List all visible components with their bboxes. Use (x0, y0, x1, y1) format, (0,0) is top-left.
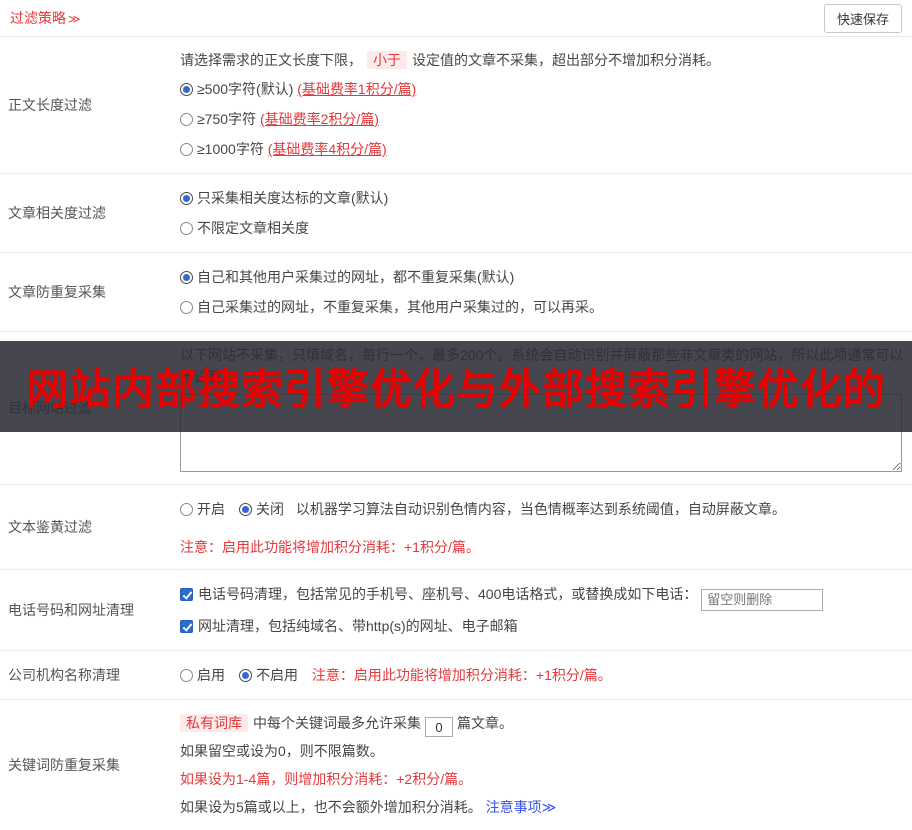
radio-icon[interactable] (180, 503, 193, 516)
radio-icon[interactable] (180, 301, 193, 314)
length-option-500[interactable]: ≥500字符(默认) (基础费率1积分/篇) (180, 74, 904, 104)
line1-end: 篇文章。 (457, 715, 513, 731)
keyword-dedup-line2: 如果留空或设为0，则不限篇数。 (180, 737, 904, 765)
row-length-filter: 正文长度过滤 请选择需求的正文长度下限， 小于设定值的文章不采集，超出部分不增加积… (0, 36, 912, 173)
quick-save-button[interactable]: 快速保存 (824, 4, 902, 33)
intro-post: 设定值的文章不采集，超出部分不增加积分消耗。 (412, 52, 720, 68)
radio-icon[interactable] (180, 271, 193, 284)
option-off-label[interactable]: 不启用 (256, 667, 298, 683)
option-label[interactable]: 网址清理，包括纯域名、带http(s)的网址、电子邮箱 (198, 618, 518, 634)
option-off-label[interactable]: 关闭 (256, 501, 284, 517)
line4-text: 如果设为5篇或以上，也不会额外增加积分消耗。 (180, 799, 486, 815)
relevance-option-strict[interactable]: 只采集相关度达标的文章(默认) (180, 183, 904, 213)
option-on-label[interactable]: 启用 (197, 667, 225, 683)
row-dedup-filter: 文章防重复采集 自己和其他用户采集过的网址，都不重复采集(默认) 自己采集过的网… (0, 252, 912, 331)
intro-highlight: 小于 (367, 51, 407, 69)
radio-icon[interactable] (180, 669, 193, 682)
option-label[interactable]: ≥500字符(默认) (197, 81, 297, 97)
dedup-option-self[interactable]: 自己采集过的网址，不重复采集，其他用户采集过的，可以再采。 (180, 292, 904, 322)
row-label-company-clean: 公司机构名称清理 (0, 651, 176, 699)
max-articles-input[interactable] (425, 717, 453, 737)
radio-icon[interactable] (180, 113, 193, 126)
page-title[interactable]: 过滤策略≫ (10, 8, 81, 28)
checkbox-icon[interactable] (180, 588, 193, 601)
option-label[interactable]: ≥750字符 (197, 111, 260, 127)
option-label[interactable]: ≥1000字符 (197, 141, 268, 157)
replacement-phone-input[interactable] (701, 589, 823, 611)
dedup-option-global[interactable]: 自己和其他用户采集过的网址，都不重复采集(默认) (180, 262, 904, 292)
length-option-750[interactable]: ≥750字符 (基础费率2积分/篇) (180, 104, 904, 134)
porn-filter-options: 开启 关闭 以机器学习算法自动识别色情内容，当色情概率达到系统阈值，自动屏蔽文章。 (180, 494, 904, 524)
company-clean-note: 注意：启用此功能将增加积分消耗：+1积分/篇。 (312, 667, 612, 683)
row-relevance-filter: 文章相关度过滤 只采集相关度达标的文章(默认) 不限定文章相关度 (0, 173, 912, 252)
porn-filter-note: 注意：启用此功能将增加积分消耗：+1积分/篇。 (180, 534, 904, 560)
fee-note: (基础费率2积分/篇) (260, 111, 379, 127)
radio-icon[interactable] (180, 83, 193, 96)
option-label[interactable]: 电话号码清理，包括常见的手机号、座机号、400电话格式，或替换成如下电话： (198, 586, 697, 602)
fee-note: (基础费率1积分/篇) (297, 81, 416, 97)
fee-note: (基础费率4积分/篇) (268, 141, 387, 157)
overlay-banner: 网站内部搜索引擎优化与外部搜索引擎优化的 (0, 341, 912, 432)
row-keyword-dedup: 关键词防重复采集 私有词库中每个关键词最多允许采集 篇文章。 如果留空或设为0，则… (0, 699, 912, 830)
radio-icon[interactable] (180, 192, 193, 205)
filter-settings-page: { "header": { "title": "过滤策略", "collapse… (0, 0, 912, 830)
row-label-keyword-dedup: 关键词防重复采集 (0, 700, 176, 830)
option-label[interactable]: 自己和其他用户采集过的网址，都不重复采集(默认) (197, 269, 514, 285)
overlay-banner-text: 网站内部搜索引擎优化与外部搜索引擎优化的 (26, 356, 886, 417)
option-on-label[interactable]: 开启 (197, 501, 225, 517)
row-label-relevance-filter: 文章相关度过滤 (0, 174, 176, 252)
company-clean-options: 启用 不启用 注意：启用此功能将增加积分消耗：+1积分/篇。 (180, 660, 904, 690)
radio-icon[interactable] (180, 143, 193, 156)
length-option-1000[interactable]: ≥1000字符 (基础费率4积分/篇) (180, 134, 904, 164)
phone-clean-option[interactable]: 电话号码清理，包括常见的手机号、座机号、400电话格式，或替换成如下电话： (180, 579, 904, 611)
keyword-dedup-line4: 如果设为5篇或以上，也不会额外增加积分消耗。 注意事项≫ (180, 793, 904, 821)
checkbox-icon[interactable] (180, 620, 193, 633)
row-label-porn-filter: 文本鉴黄过滤 (0, 485, 176, 569)
topbar: 过滤策略≫ 快速保存 (0, 0, 912, 36)
option-label[interactable]: 只采集相关度达标的文章(默认) (197, 190, 388, 206)
row-label-phone-url-clean: 电话号码和网址清理 (0, 570, 176, 650)
row-label-length-filter: 正文长度过滤 (0, 37, 176, 173)
collapse-chevron-icon[interactable]: ≫ (68, 12, 81, 26)
porn-filter-desc: 以机器学习算法自动识别色情内容，当色情概率达到系统阈值，自动屏蔽文章。 (296, 501, 786, 517)
keyword-dedup-line1: 私有词库中每个关键词最多允许采集 篇文章。 (180, 709, 904, 738)
row-label-dedup-filter: 文章防重复采集 (0, 253, 176, 331)
keyword-dedup-line3: 如果设为1-4篇，则增加积分消耗：+2积分/篇。 (180, 765, 904, 793)
radio-icon[interactable] (180, 222, 193, 235)
row-company-clean: 公司机构名称清理 启用 不启用 注意：启用此功能将增加积分消耗：+1积分/篇。 (0, 650, 912, 699)
option-label[interactable]: 不限定文章相关度 (197, 220, 309, 236)
row-phone-url-clean: 电话号码和网址清理 电话号码清理，包括常见的手机号、座机号、400电话格式，或替… (0, 569, 912, 650)
radio-icon[interactable] (239, 503, 252, 516)
option-label[interactable]: 自己采集过的网址，不重复采集，其他用户采集过的，可以再采。 (197, 299, 603, 315)
line1-mid: 中每个关键词最多允许采集 (253, 715, 421, 731)
length-filter-intro: 请选择需求的正文长度下限， 小于设定值的文章不采集，超出部分不增加积分消耗。 (180, 46, 904, 74)
radio-icon[interactable] (239, 669, 252, 682)
intro-pre: 请选择需求的正文长度下限， (180, 52, 362, 68)
row-porn-filter: 文本鉴黄过滤 开启 关闭 以机器学习算法自动识别色情内容，当色情概率达到系统阈值，… (0, 484, 912, 569)
url-clean-option[interactable]: 网址清理，包括纯域名、带http(s)的网址、电子邮箱 (180, 611, 904, 641)
relevance-option-any[interactable]: 不限定文章相关度 (180, 213, 904, 243)
page-title-text: 过滤策略 (10, 10, 66, 26)
notes-link[interactable]: 注意事项≫ (486, 799, 557, 815)
lexicon-badge[interactable]: 私有词库 (180, 714, 248, 732)
